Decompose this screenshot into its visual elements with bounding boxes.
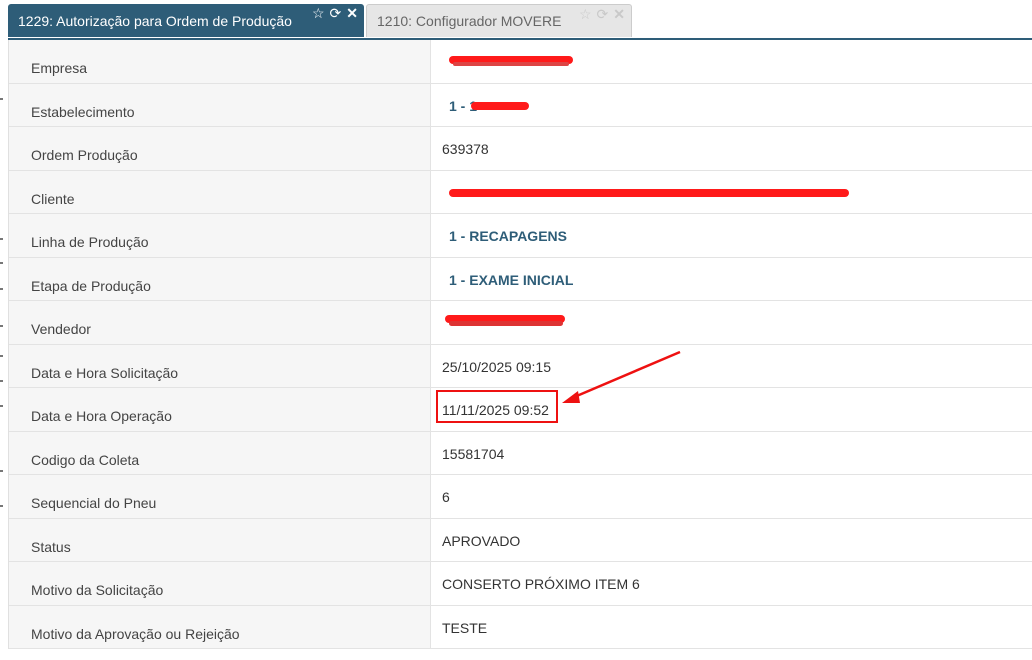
table-row: Empresa xyxy=(9,40,1032,84)
redaction-mark xyxy=(449,321,563,326)
gutter-mark xyxy=(0,405,3,407)
star-icon[interactable]: ☆ xyxy=(312,5,325,21)
gutter-mark xyxy=(0,380,3,382)
gutter-mark xyxy=(0,355,3,357)
detail-table: Empresa Estabelecimento 1 - 1 Ordem Prod… xyxy=(8,40,1032,649)
gutter-mark xyxy=(0,238,3,240)
field-label: Data e Hora Solicitação xyxy=(9,344,431,387)
gutter-mark xyxy=(0,325,3,327)
table-row: Codigo da Coleta 15581704 xyxy=(9,431,1032,475)
gutter-mark xyxy=(0,288,3,290)
table-row: Cliente xyxy=(9,170,1032,214)
field-label: Ordem Produção xyxy=(9,127,431,170)
tab-label: 1229: Autorização para Ordem de Produção xyxy=(18,12,292,29)
table-row: Motivo da Solicitação CONSERTO PRÓXIMO I… xyxy=(9,562,1032,606)
table-row: Sequencial do Pneu 6 xyxy=(9,475,1032,519)
redaction-mark xyxy=(449,188,849,197)
field-label: Linha de Produção xyxy=(9,214,431,257)
field-value-link[interactable]: 1 - RECAPAGENS xyxy=(449,228,567,244)
tab-autorizacao-ordem-producao[interactable]: 1229: Autorização para Ordem de Produção… xyxy=(8,4,364,37)
table-row: Linha de Produção 1 - RECAPAGENS xyxy=(9,214,1032,258)
field-label: Motivo da Solicitação xyxy=(9,562,431,605)
close-icon[interactable]: ✕ xyxy=(613,6,625,22)
tab-label: 1210: Configurador MOVERE xyxy=(377,13,562,29)
field-label: Cliente xyxy=(9,170,431,213)
table-row: Vendedor xyxy=(9,301,1032,345)
field-label: Etapa de Produção xyxy=(9,257,431,300)
gutter-mark xyxy=(0,470,3,472)
gutter-mark xyxy=(0,262,3,264)
tab-actions: ☆ ⟳ ✕ xyxy=(579,6,625,22)
field-value-link[interactable]: 1 - EXAME INICIAL xyxy=(449,272,573,288)
field-label: Empresa xyxy=(9,40,431,83)
table-row: Ordem Produção 639378 xyxy=(9,127,1032,171)
field-label: Data e Hora Operação xyxy=(9,388,431,431)
field-value: CONSERTO PRÓXIMO ITEM 6 xyxy=(442,576,640,592)
table-row: Motivo da Aprovação ou Rejeição TESTE xyxy=(9,605,1032,649)
star-icon[interactable]: ☆ xyxy=(579,6,592,22)
tab-actions: ☆ ⟳ ✕ xyxy=(312,5,358,21)
field-label: Vendedor xyxy=(9,301,431,344)
field-label: Sequencial do Pneu xyxy=(9,475,431,518)
gutter-mark xyxy=(0,98,3,100)
field-value: 6 xyxy=(442,489,450,505)
field-value: 25/10/2025 09:15 xyxy=(442,358,551,375)
field-label: Motivo da Aprovação ou Rejeição xyxy=(9,605,431,648)
annotation-highlight-box xyxy=(436,390,558,423)
field-value: APROVADO xyxy=(442,532,521,549)
close-icon[interactable]: ✕ xyxy=(346,5,358,21)
gutter-mark xyxy=(0,505,3,507)
field-label: Estabelecimento xyxy=(9,83,431,126)
tab-bar: 1229: Autorização para Ordem de Produção… xyxy=(8,0,1032,40)
field-label: Codigo da Coleta xyxy=(9,431,431,474)
tab-configurador-movere[interactable]: 1210: Configurador MOVERE ☆ ⟳ ✕ xyxy=(366,4,632,37)
field-value: 639378 xyxy=(442,141,489,157)
table-row: Estabelecimento 1 - 1 xyxy=(9,83,1032,127)
refresh-icon[interactable]: ⟳ xyxy=(330,5,342,21)
table-row: Data e Hora Solicitação 25/10/2025 09:15 xyxy=(9,344,1032,388)
field-value: 15581704 xyxy=(442,445,505,462)
table-row: Etapa de Produção 1 - EXAME INICIAL xyxy=(9,257,1032,301)
refresh-icon[interactable]: ⟳ xyxy=(597,6,609,22)
field-label: Status xyxy=(9,518,431,561)
table-row: Status APROVADO xyxy=(9,518,1032,562)
redaction-mark xyxy=(471,101,529,110)
field-value: TESTE xyxy=(442,619,488,636)
redaction-mark xyxy=(453,62,569,66)
